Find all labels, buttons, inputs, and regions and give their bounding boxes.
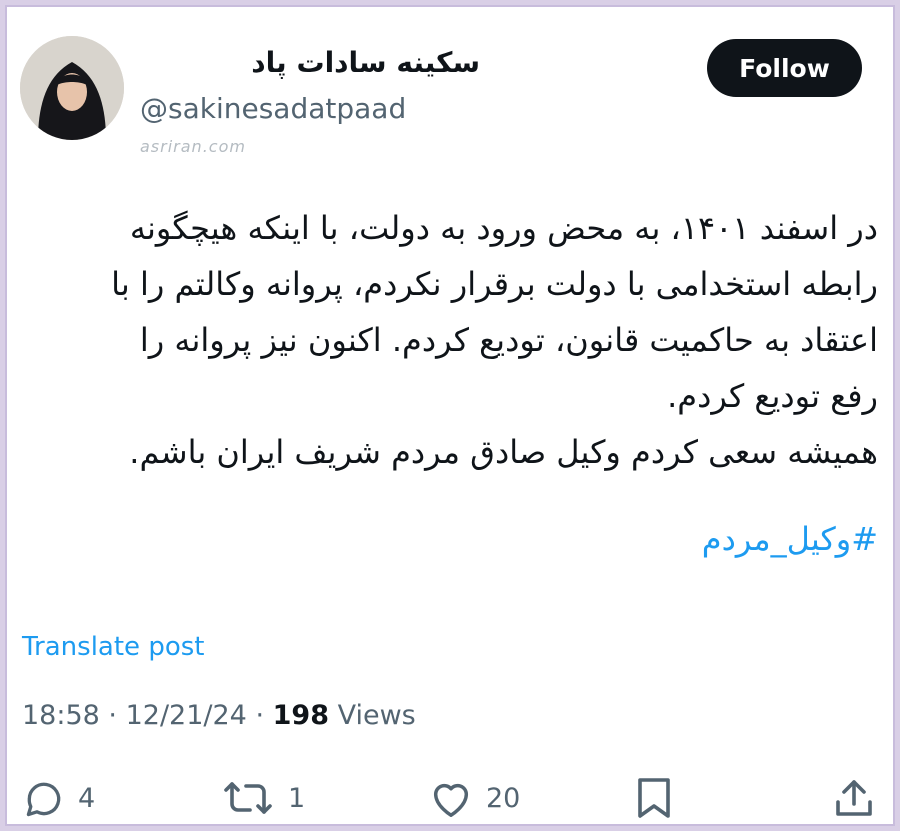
like-button[interactable]: 20 [428, 776, 520, 820]
repost-button[interactable]: 1 [220, 776, 305, 820]
translate-post-link[interactable]: Translate post [22, 632, 204, 662]
post-text: در اسفند ۱۴۰۱، به محض ورود به دولت، با ا… [20, 200, 878, 480]
repost-icon [220, 776, 276, 820]
action-bar: 4 1 20 [0, 770, 900, 826]
share-button[interactable] [832, 776, 876, 820]
post-line: رفع تودیع کردم. [667, 377, 878, 415]
hashtag-text[interactable]: #وکیل_مردم [702, 520, 878, 558]
post-date[interactable]: 12/21/24 [126, 700, 247, 731]
bookmark-button[interactable] [634, 776, 674, 820]
views-label: Views [337, 700, 416, 731]
views-count: 198 [272, 700, 330, 731]
reply-count: 4 [78, 782, 96, 814]
post-line: رابطه استخدامی با دولت برقرار نکردم، پرو… [111, 265, 878, 303]
repost-count: 1 [288, 782, 306, 814]
meta-separator: · [255, 700, 265, 731]
post-line: اعتقاد به حاکمیت قانون، تودیع کردم. اکنو… [139, 321, 878, 359]
post-line: همیشه سعی کردم وکیل صادق مردم شریف ایران… [129, 433, 878, 471]
reply-icon [22, 776, 66, 820]
post-time[interactable]: 18:58 [22, 700, 100, 731]
post-line: در اسفند ۱۴۰۱، به محض ورود به دولت، با ا… [129, 209, 878, 247]
follow-button[interactable]: Follow [707, 39, 862, 97]
post-meta: 18:58 · 12/21/24 · 198 Views [22, 700, 416, 731]
like-count: 20 [486, 782, 521, 814]
avatar[interactable] [20, 36, 124, 140]
author-name[interactable]: سکینه سادات پاد [140, 46, 480, 86]
bookmark-icon [634, 776, 674, 820]
author-handle[interactable]: @sakinesadatpaad [140, 92, 406, 125]
like-icon [428, 776, 474, 820]
meta-separator: · [108, 700, 117, 731]
reply-button[interactable]: 4 [22, 776, 95, 820]
watermark: asriran.com [140, 137, 246, 156]
hashtag-link[interactable]: #وکیل_مردم [20, 520, 878, 558]
share-icon [832, 776, 876, 820]
